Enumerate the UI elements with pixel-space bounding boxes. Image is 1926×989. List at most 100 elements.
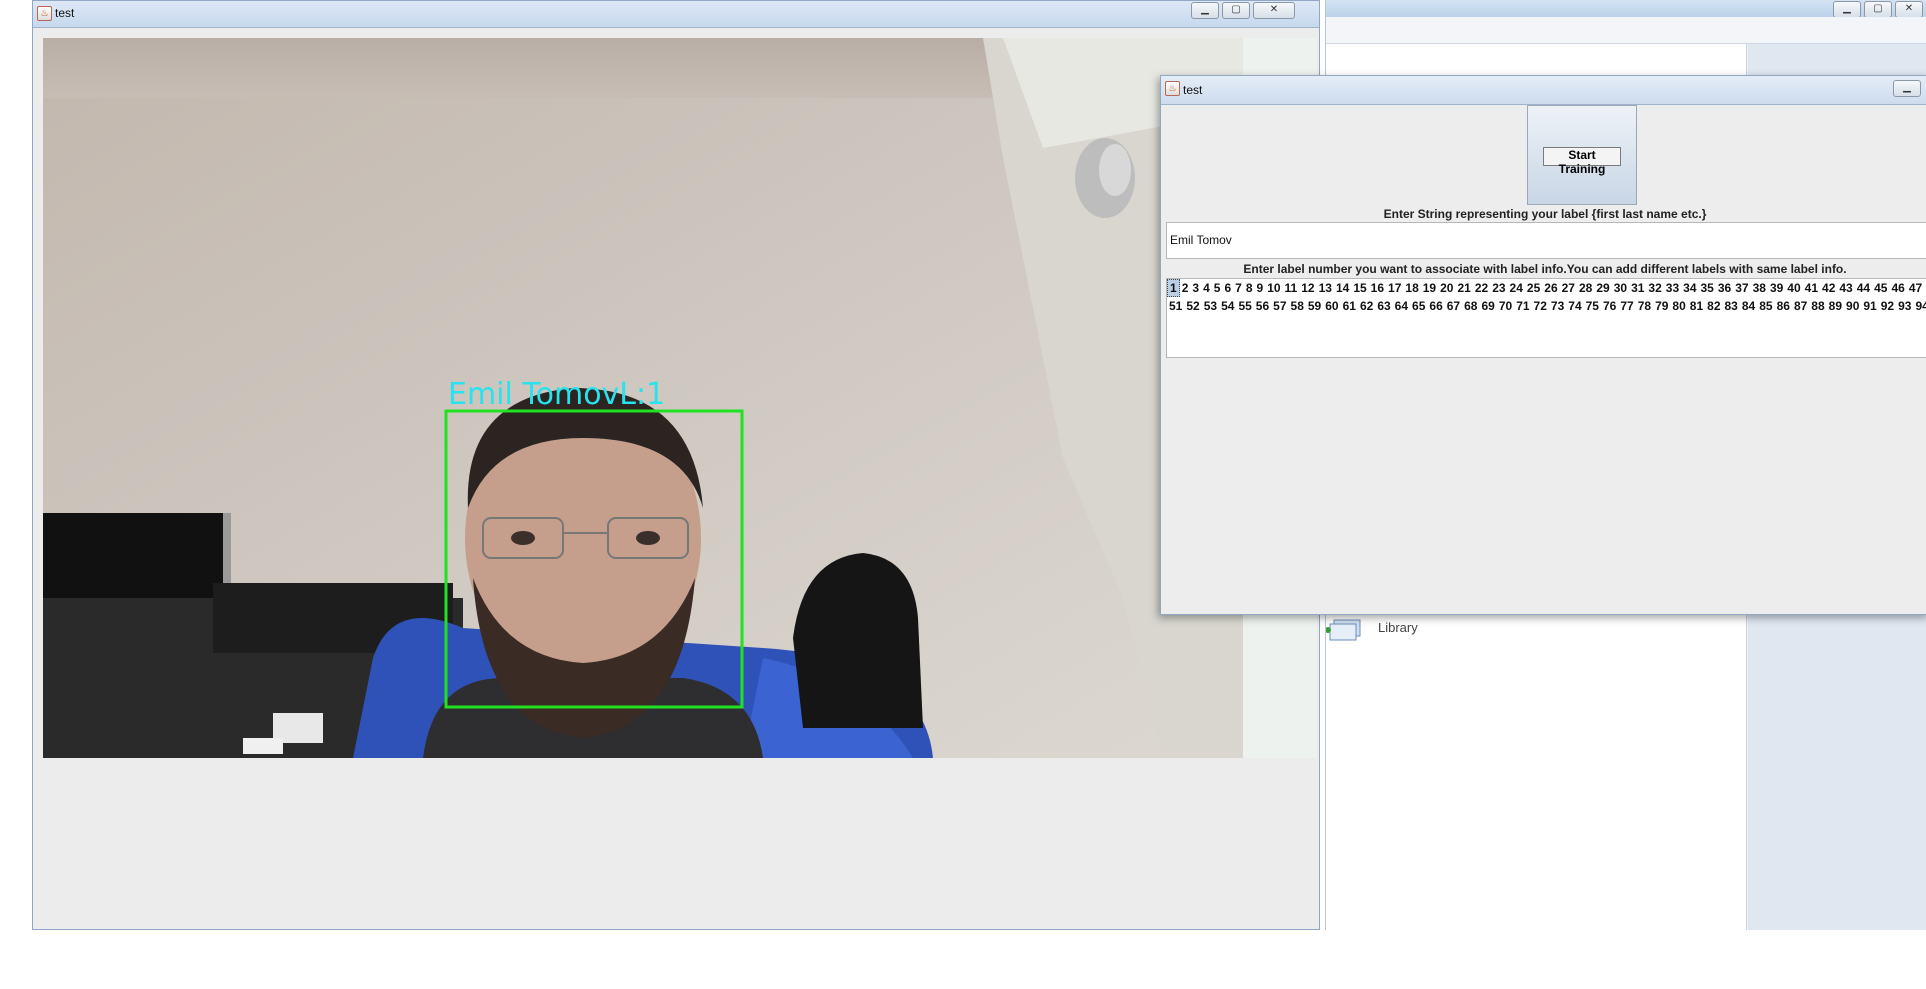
label-number-item[interactable]: 72 — [1532, 298, 1549, 314]
label-number-item[interactable]: 39 — [1768, 280, 1785, 296]
label-number-item[interactable]: 16 — [1369, 280, 1386, 296]
label-number-item[interactable]: 70 — [1497, 298, 1514, 314]
label-number-item[interactable]: 36 — [1716, 280, 1733, 296]
label-number-item[interactable]: 85 — [1757, 298, 1774, 314]
label-number-item[interactable]: 67 — [1445, 298, 1462, 314]
label-number-item[interactable]: 34 — [1681, 280, 1698, 296]
label-number-item[interactable]: 18 — [1403, 280, 1420, 296]
label-number-item[interactable]: 20 — [1438, 280, 1455, 296]
label-number-item[interactable]: 44 — [1855, 280, 1872, 296]
label-number-item[interactable]: 94 — [1913, 298, 1926, 314]
label-number-item[interactable]: 62 — [1358, 298, 1375, 314]
label-number-item[interactable]: 92 — [1879, 298, 1896, 314]
label-number-item[interactable]: 82 — [1705, 298, 1722, 314]
label-number-item[interactable]: 45 — [1872, 280, 1889, 296]
label-number-item[interactable]: 24 — [1508, 280, 1525, 296]
label-number-item[interactable]: 42 — [1820, 280, 1837, 296]
label-number-item[interactable]: 59 — [1306, 298, 1323, 314]
label-number-item[interactable]: 8 — [1244, 280, 1255, 296]
label-number-item[interactable]: 52 — [1184, 298, 1201, 314]
label-number-item[interactable]: 38 — [1751, 280, 1768, 296]
label-number-item[interactable]: 91 — [1861, 298, 1878, 314]
label-number-item[interactable]: 37 — [1733, 280, 1750, 296]
label-number-item[interactable]: 88 — [1809, 298, 1826, 314]
label-number-item[interactable]: 68 — [1462, 298, 1479, 314]
label-input[interactable]: Emil Tomov — [1166, 222, 1926, 259]
label-number-item[interactable]: 77 — [1618, 298, 1635, 314]
label-number-item[interactable]: 1 — [1167, 279, 1180, 297]
label-number-item[interactable]: 93 — [1896, 298, 1913, 314]
label-number-item[interactable]: 80 — [1670, 298, 1687, 314]
label-number-item[interactable]: 78 — [1636, 298, 1653, 314]
label-number-item[interactable]: 40 — [1785, 280, 1802, 296]
label-number-item[interactable]: 27 — [1560, 280, 1577, 296]
label-number-item[interactable]: 41 — [1803, 280, 1820, 296]
label-number-item[interactable]: 84 — [1740, 298, 1757, 314]
label-number-item[interactable]: 15 — [1351, 280, 1368, 296]
start-training-button[interactable]: Start Training — [1543, 147, 1621, 176]
maximize-button[interactable]: ▢ — [1864, 1, 1892, 18]
label-number-item[interactable]: 90 — [1844, 298, 1861, 314]
label-number-item[interactable]: 66 — [1427, 298, 1444, 314]
label-number-item[interactable]: 79 — [1653, 298, 1670, 314]
label-number-item[interactable]: 23 — [1490, 280, 1507, 296]
label-number-item[interactable]: 65 — [1410, 298, 1427, 314]
label-number-item[interactable]: 9 — [1255, 280, 1266, 296]
label-number-item[interactable]: 29 — [1594, 280, 1611, 296]
label-number-item[interactable]: 64 — [1393, 298, 1410, 314]
label-number-item[interactable]: 54 — [1219, 298, 1236, 314]
library-icon[interactable] — [1326, 614, 1370, 644]
label-number-item[interactable]: 83 — [1723, 298, 1740, 314]
label-number-item[interactable]: 81 — [1688, 298, 1705, 314]
label-number-item[interactable]: 13 — [1317, 280, 1334, 296]
label-number-item[interactable]: 58 — [1289, 298, 1306, 314]
label-number-item[interactable]: 11 — [1283, 280, 1300, 296]
label-number-item[interactable]: 33 — [1664, 280, 1681, 296]
label-number-item[interactable]: 25 — [1525, 280, 1542, 296]
label-number-item[interactable]: 26 — [1542, 280, 1559, 296]
label-number-item[interactable]: 32 — [1646, 280, 1663, 296]
label-number-item[interactable]: 30 — [1612, 280, 1629, 296]
close-button[interactable]: ✕ — [1253, 2, 1295, 19]
label-number-item[interactable]: 74 — [1566, 298, 1583, 314]
minimize-button[interactable]: ▁ — [1893, 80, 1921, 97]
label-number-list[interactable]: 1 2 3 4 5 6 7 8 9 10 11 12 13 14 15 16 17 18 19 20 21 22 23 24 2… — [1166, 278, 1926, 358]
label-number-item[interactable]: 53 — [1202, 298, 1219, 314]
label-number-item[interactable]: 87 — [1792, 298, 1809, 314]
label-number-item[interactable]: 60 — [1323, 298, 1340, 314]
label-number-item[interactable]: 69 — [1479, 298, 1496, 314]
label-number-item[interactable]: 22 — [1473, 280, 1490, 296]
label-number-item[interactable]: 89 — [1827, 298, 1844, 314]
maximize-button[interactable]: ▢ — [1222, 2, 1250, 19]
label-number-item[interactable]: 6 — [1222, 280, 1233, 296]
label-number-item[interactable]: 31 — [1629, 280, 1646, 296]
label-number-item[interactable]: 17 — [1386, 280, 1403, 296]
label-number-item[interactable]: 12 — [1299, 280, 1316, 296]
label-number-item[interactable]: 5 — [1212, 280, 1223, 296]
close-button[interactable]: ✕ — [1895, 1, 1923, 18]
label-number-item[interactable]: 47 — [1907, 280, 1924, 296]
label-number-item[interactable]: 56 — [1254, 298, 1271, 314]
label-number-item[interactable]: 21 — [1455, 280, 1472, 296]
label-number-item[interactable]: 35 — [1699, 280, 1716, 296]
label-number-item[interactable]: 3 — [1190, 280, 1201, 296]
minimize-button[interactable]: ▁ — [1191, 2, 1219, 19]
label-number-item[interactable]: 14 — [1334, 280, 1351, 296]
label-number-item[interactable]: 7 — [1233, 280, 1244, 296]
library-label[interactable]: Library — [1378, 620, 1418, 635]
label-number-item[interactable]: 73 — [1549, 298, 1566, 314]
label-number-item[interactable]: 2 — [1180, 280, 1191, 296]
label-number-item[interactable]: 4 — [1201, 280, 1212, 296]
label-number-item[interactable]: 51 — [1167, 298, 1184, 314]
label-number-item[interactable]: 43 — [1837, 280, 1854, 296]
label-number-item[interactable]: 86 — [1775, 298, 1792, 314]
label-number-item[interactable]: 75 — [1584, 298, 1601, 314]
label-number-item[interactable]: 71 — [1514, 298, 1531, 314]
minimize-button[interactable]: ▁ — [1833, 1, 1861, 18]
label-number-item[interactable]: 10 — [1265, 280, 1282, 296]
label-number-item[interactable]: 28 — [1577, 280, 1594, 296]
label-number-item[interactable]: 57 — [1271, 298, 1288, 314]
label-number-item[interactable]: 46 — [1889, 280, 1906, 296]
label-number-item[interactable]: 76 — [1601, 298, 1618, 314]
label-number-item[interactable]: 19 — [1421, 280, 1438, 296]
